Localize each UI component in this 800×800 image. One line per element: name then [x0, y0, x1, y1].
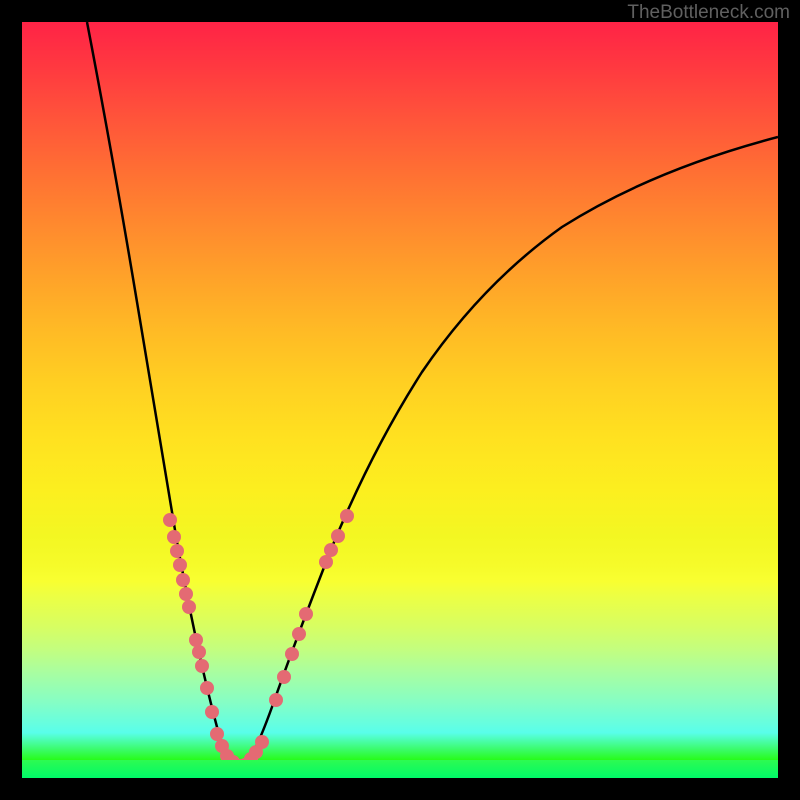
watermark-text: TheBottleneck.com: [627, 2, 790, 24]
chart-plot-area: [22, 22, 778, 778]
bottleneck-curve-svg: [22, 22, 778, 778]
optimal-zone-strip: [22, 760, 778, 778]
dot-cluster-right: [269, 509, 354, 707]
curve-left-branch: [87, 22, 244, 769]
curve-right-branch: [244, 137, 778, 766]
